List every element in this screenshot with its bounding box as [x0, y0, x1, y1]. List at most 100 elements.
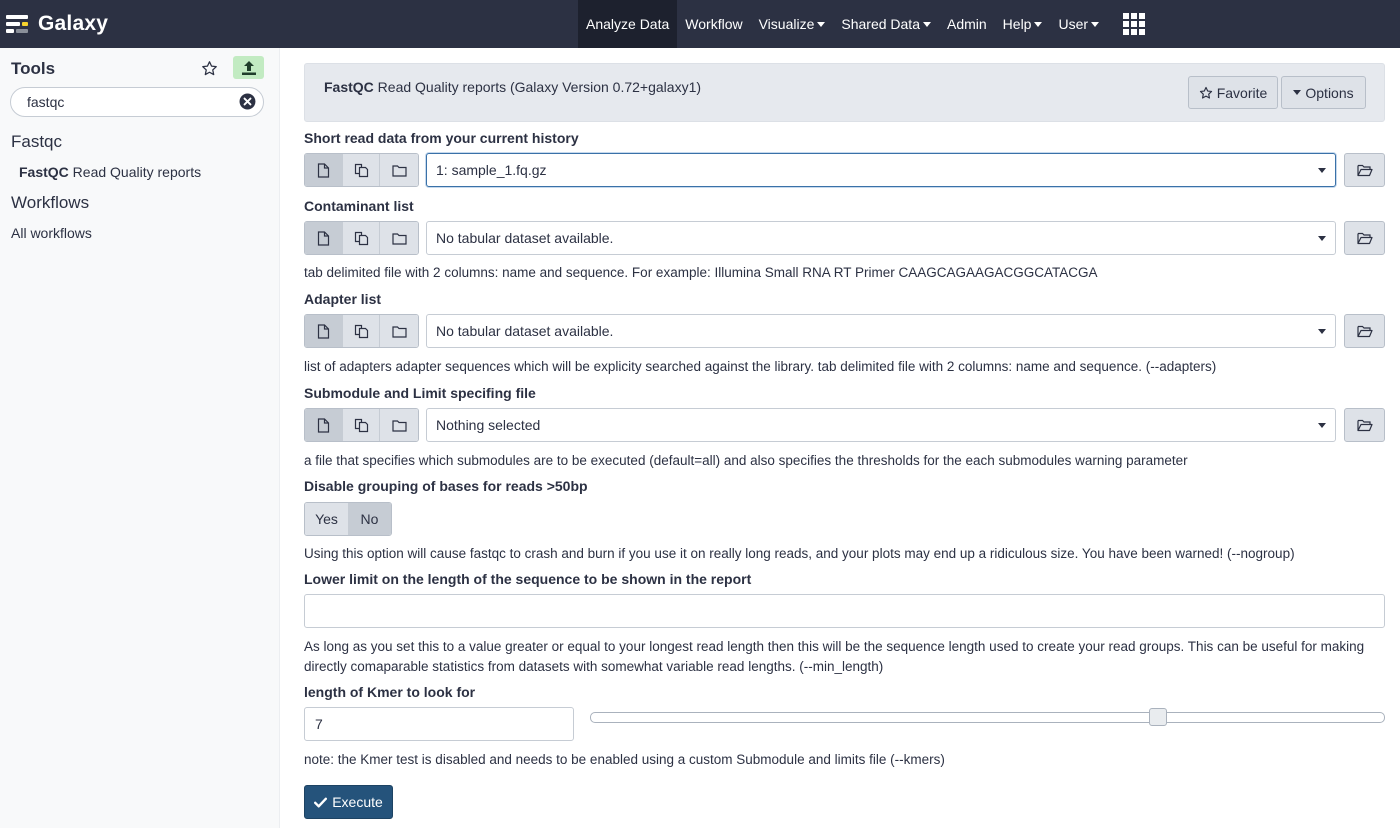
- tool-search-input[interactable]: [27, 93, 227, 111]
- files-icon: [354, 418, 368, 432]
- contaminant-browse-button[interactable]: [1344, 221, 1385, 255]
- favorite-label: Favorite: [1216, 84, 1268, 101]
- options-button[interactable]: Options: [1281, 76, 1366, 109]
- workflows-section-title: Workflows: [11, 193, 90, 212]
- nav-workflow-label: Workflow: [685, 16, 743, 32]
- main-nav: Analyze Data Workflow Visualize Shared D…: [578, 0, 1153, 48]
- nav-workflow[interactable]: Workflow: [677, 0, 750, 48]
- options-label: Options: [1305, 84, 1354, 101]
- limits-label: Submodule and Limit specifing file: [304, 385, 536, 401]
- folder-icon: [392, 419, 407, 432]
- nav-admin-label: Admin: [946, 16, 987, 32]
- tool-form-title: FastQC Read Quality reports (Galaxy Vers…: [324, 79, 701, 95]
- nogroup-help: Using this option will cause fastqc to c…: [304, 546, 1295, 561]
- nav-analyze-data-label: Analyze Data: [586, 16, 670, 32]
- brand-title: Galaxy: [38, 12, 109, 35]
- nav-visualize[interactable]: Visualize: [751, 0, 834, 48]
- caret-down-icon: [1034, 21, 1043, 27]
- tool-form: FastQC Read Quality reports (Galaxy Vers…: [304, 48, 1385, 828]
- nav-shared-data[interactable]: Shared Data: [833, 0, 939, 48]
- caret-down-icon: [1318, 168, 1326, 173]
- contaminant-select[interactable]: No tabular dataset available.: [426, 221, 1336, 255]
- tool-panel-title: Tools: [11, 59, 56, 78]
- nav-shared-data-label: Shared Data: [841, 16, 920, 32]
- nav-user[interactable]: User: [1050, 0, 1107, 48]
- multiple-datasets-button[interactable]: [342, 154, 381, 186]
- nav-help[interactable]: Help: [995, 0, 1051, 48]
- limits-browse-button[interactable]: [1344, 408, 1385, 442]
- nogroup-toggle: Yes No: [304, 502, 392, 536]
- files-icon: [354, 231, 368, 245]
- short-read-source-switch: [304, 153, 419, 187]
- kmers-label: length of Kmer to look for: [304, 684, 476, 700]
- kmers-slider-track[interactable]: [590, 712, 1385, 723]
- contaminant-value: No tabular dataset available.: [436, 230, 614, 246]
- contaminant-source-switch: [304, 221, 419, 255]
- multiple-datasets-button[interactable]: [342, 315, 381, 347]
- min-length-label: Lower limit on the length of the sequenc…: [304, 571, 752, 587]
- single-dataset-button[interactable]: [305, 315, 343, 347]
- folder-icon: [392, 325, 407, 338]
- favorites-button[interactable]: [198, 57, 220, 79]
- adapter-source-switch: [304, 314, 419, 348]
- folder-open-icon: [1356, 164, 1373, 176]
- multiple-datasets-button[interactable]: [342, 222, 381, 254]
- execute-button[interactable]: Execute: [304, 785, 393, 819]
- favorite-button[interactable]: Favorite: [1188, 76, 1278, 109]
- file-icon: [317, 230, 329, 246]
- masthead: Galaxy Analyze Data Workflow Visualize S…: [0, 0, 1400, 48]
- dataset-collection-button[interactable]: [380, 315, 418, 347]
- nogroup-no-button[interactable]: No: [348, 503, 391, 535]
- limits-source-switch: [304, 408, 419, 442]
- adapter-browse-button[interactable]: [1344, 314, 1385, 348]
- short-read-browse-button[interactable]: [1344, 153, 1385, 187]
- nav-analyze-data[interactable]: Analyze Data: [578, 0, 678, 48]
- caret-down-icon: [1318, 236, 1326, 241]
- min-length-help: As long as you set this to a value great…: [304, 639, 1365, 674]
- limits-help: a file that specifies which submodules a…: [304, 453, 1188, 468]
- kmers-input[interactable]: [304, 707, 574, 741]
- tool-section-title[interactable]: Fastqc: [11, 132, 62, 152]
- tool-link-fastqc[interactable]: FastQC Read Quality reports: [19, 164, 201, 180]
- kmers-slider-handle[interactable]: [1149, 708, 1167, 726]
- contaminant-help: tab delimited file with 2 columns: name …: [304, 265, 1098, 280]
- nav-visualize-label: Visualize: [758, 16, 815, 32]
- multiple-datasets-button[interactable]: [342, 409, 381, 441]
- all-workflows-link[interactable]: All workflows: [11, 225, 92, 241]
- min-length-input[interactable]: [304, 594, 1385, 628]
- caret-down-icon: [1318, 423, 1326, 428]
- brand-link[interactable]: Galaxy: [6, 9, 108, 39]
- adapter-select[interactable]: No tabular dataset available.: [426, 314, 1336, 348]
- single-dataset-button[interactable]: [305, 222, 343, 254]
- limits-select[interactable]: Nothing selected: [426, 408, 1336, 442]
- files-icon: [354, 163, 368, 177]
- folder-open-icon: [1356, 419, 1373, 431]
- dataset-collection-button[interactable]: [380, 154, 418, 186]
- caret-down-icon: [922, 21, 931, 27]
- dataset-collection-button[interactable]: [380, 409, 418, 441]
- folder-open-icon: [1356, 232, 1373, 244]
- clear-search-icon[interactable]: [239, 93, 256, 110]
- adapter-label: Adapter list: [304, 291, 382, 307]
- caret-down-icon: [1318, 329, 1326, 334]
- dataset-collection-button[interactable]: [380, 222, 418, 254]
- limits-value: Nothing selected: [436, 417, 541, 433]
- tool-form-header: FastQC Read Quality reports (Galaxy Vers…: [304, 63, 1385, 122]
- short-read-label: Short read data from your current histor…: [304, 130, 579, 146]
- tool-link-desc: Read Quality reports: [68, 164, 202, 180]
- nogroup-yes-button[interactable]: Yes: [305, 503, 348, 535]
- tool-search: [10, 87, 264, 117]
- nav-admin[interactable]: Admin: [939, 0, 995, 48]
- short-read-select[interactable]: 1: sample_1.fq.gz: [426, 153, 1336, 187]
- nav-scratchbook[interactable]: [1107, 0, 1153, 48]
- nav-help-label: Help: [1002, 16, 1032, 32]
- folder-icon: [392, 232, 407, 245]
- single-dataset-button[interactable]: [305, 154, 343, 186]
- file-icon: [317, 162, 329, 178]
- upload-button[interactable]: [233, 56, 264, 79]
- tool-form-name: FastQC: [324, 79, 374, 95]
- single-dataset-button[interactable]: [305, 409, 343, 441]
- adapter-value: No tabular dataset available.: [436, 323, 614, 339]
- file-icon: [317, 417, 329, 433]
- tool-link-name: FastQC: [19, 164, 69, 180]
